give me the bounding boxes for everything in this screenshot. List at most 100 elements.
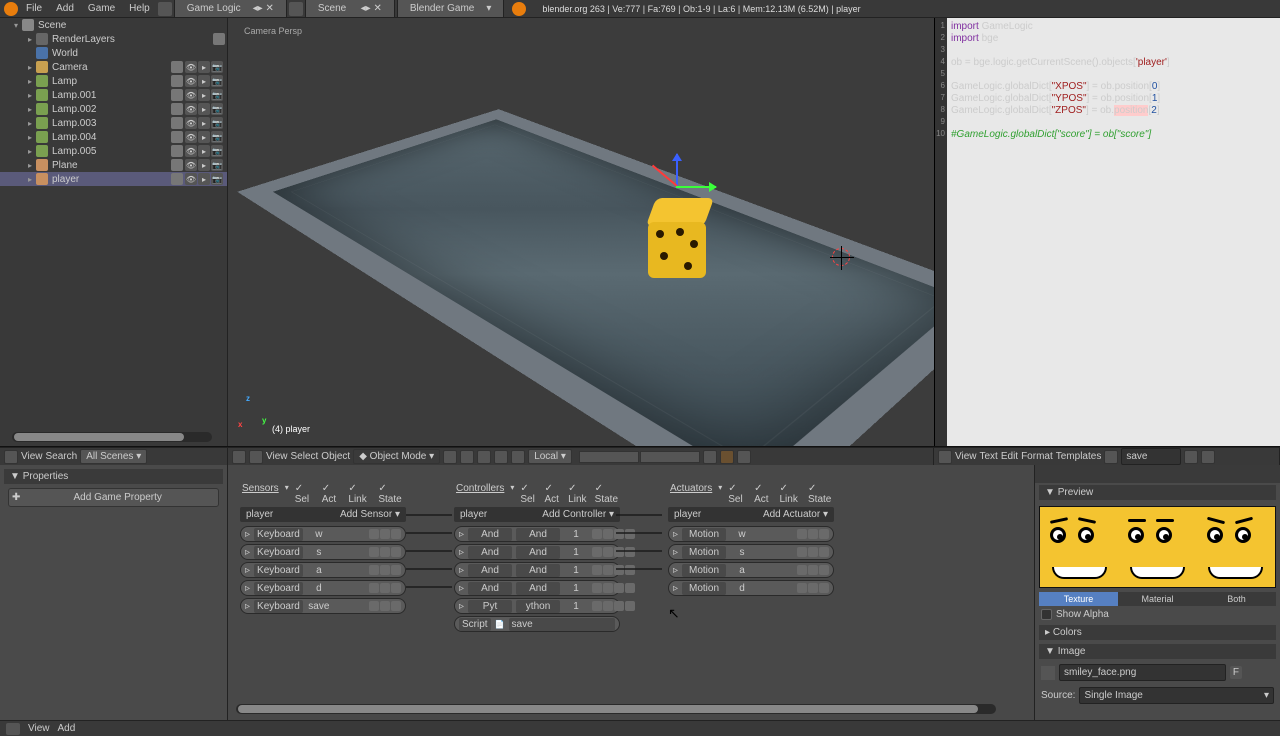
actuator-brick-1[interactable]: ▹Motions	[668, 544, 834, 560]
chevron-icon[interactable]	[249, 450, 263, 464]
te-templates-menu[interactable]: Templates	[1056, 451, 1102, 462]
scene-icon[interactable]	[289, 2, 303, 16]
sensor-brick-4[interactable]: ▹Keyboardsave	[240, 598, 406, 614]
orientation-dropdown[interactable]: Local ▾	[528, 449, 572, 464]
outliner-item-lamp-004[interactable]: ▸Lamp.004👁▸📷	[0, 130, 227, 144]
timeline-add-menu[interactable]: Add	[58, 723, 76, 734]
vp-view-menu[interactable]: View	[266, 451, 288, 462]
text-opt2-icon[interactable]	[1201, 450, 1215, 464]
outliner-item-lamp-005[interactable]: ▸Lamp.005👁▸📷	[0, 144, 227, 158]
outliner-item-lamp-002[interactable]: ▸Lamp.002👁▸📷	[0, 102, 227, 116]
add-game-property-button[interactable]: ✚Add Game Property	[8, 488, 219, 507]
manipulator-icon[interactable]	[460, 450, 474, 464]
editor-type-icon[interactable]	[232, 450, 246, 464]
te-view-menu[interactable]: View	[955, 451, 977, 462]
timeline-type-icon[interactable]	[6, 723, 20, 735]
mode-dropdown[interactable]: ◆ Object Mode ▾	[353, 449, 440, 464]
menu-file[interactable]: File	[20, 1, 48, 16]
actuator-add-row[interactable]: playerAdd Actuator ▾	[668, 507, 834, 522]
render-icon[interactable]	[737, 450, 751, 464]
lock-icon[interactable]	[703, 450, 717, 464]
controller-add-row[interactable]: playerAdd Controller ▾	[454, 507, 620, 522]
outliner-item-camera[interactable]: ▸Camera👁▸📷	[0, 60, 227, 74]
show-alpha-checkbox[interactable]	[1041, 609, 1052, 620]
texture-preview	[1039, 506, 1276, 588]
sensor-brick-0[interactable]: ▹Keyboardw	[240, 526, 406, 542]
menu-add[interactable]: Add	[50, 1, 80, 16]
back-icon[interactable]	[158, 2, 172, 16]
properties-header[interactable]: ▼ Properties	[4, 469, 223, 484]
outliner-header: View Search All Scenes ▾	[0, 447, 228, 465]
logic-editor[interactable]: Sensors ▾ ✓ Sel ✓ Act ✓ Link ✓ Stateplay…	[228, 465, 1034, 720]
screen-layout-dropdown[interactable]: Game Logic◂▸ ✕	[174, 0, 287, 18]
outliner-type-icon[interactable]	[4, 450, 18, 464]
axis-indicator-icon: z y x	[240, 398, 272, 430]
outliner-search-menu[interactable]: Search	[46, 451, 78, 462]
proportional-icon[interactable]	[511, 450, 525, 464]
image-datablock-icon[interactable]	[1041, 666, 1055, 680]
source-dropdown[interactable]: Single Image▾	[1079, 687, 1274, 704]
outliner-view-menu[interactable]: View	[21, 451, 43, 462]
controller-brick-2[interactable]: ▹AndAnd1	[454, 562, 620, 578]
te-edit-menu[interactable]: Edit	[1001, 451, 1018, 462]
text-editor-type-icon[interactable]	[938, 450, 952, 464]
header-stats: blender.org 263 | Ve:777 | Fa:769 | Ob:1…	[536, 2, 866, 16]
outliner-item-lamp-003[interactable]: ▸Lamp.003👁▸📷	[0, 116, 227, 130]
sensor-brick-1[interactable]: ▹Keyboards	[240, 544, 406, 560]
main-menubar: File Add Game Help Game Logic◂▸ ✕ Scene◂…	[0, 0, 1280, 18]
blender-logo-icon	[4, 2, 18, 16]
image-add-icon[interactable]	[1246, 667, 1258, 679]
colors-header[interactable]: ▸ Colors	[1039, 625, 1276, 640]
tab-material[interactable]: Material	[1118, 592, 1197, 606]
vp-select-menu[interactable]: Select	[291, 451, 319, 462]
outliner-item-renderlayers[interactable]: ▸RenderLayers	[0, 32, 227, 46]
outliner-item-lamp-001[interactable]: ▸Lamp.001👁▸📷	[0, 88, 227, 102]
pivot-icon[interactable]	[443, 450, 457, 464]
text-datablock-icon[interactable]	[1104, 450, 1118, 464]
actuator-brick-2[interactable]: ▹Motiona	[668, 562, 834, 578]
controller-brick-0[interactable]: ▹AndAnd1	[454, 526, 620, 542]
sensor-brick-3[interactable]: ▹Keyboardd	[240, 580, 406, 596]
te-format-menu[interactable]: Format	[1021, 451, 1053, 462]
viewport-3d[interactable]: z y x (4) player Camera Persp	[228, 18, 934, 446]
image-unlink-icon[interactable]	[1262, 667, 1274, 679]
layers-icon[interactable]	[494, 450, 508, 464]
controller-brick-4[interactable]: ▹Pytython1	[454, 598, 620, 614]
menu-help[interactable]: Help	[123, 1, 156, 16]
text-opt1-icon[interactable]	[1184, 450, 1198, 464]
image-filename-field[interactable]: smiley_face.png	[1059, 664, 1226, 681]
game-properties-panel: ▼ Properties ✚Add Game Property	[0, 465, 228, 720]
text-filename-field[interactable]: save	[1121, 448, 1181, 465]
timeline-view-menu[interactable]: View	[28, 723, 50, 734]
engine-dropdown[interactable]: Blender Game▾	[397, 0, 505, 18]
actuator-brick-3[interactable]: ▹Motiond	[668, 580, 834, 596]
shading-icon[interactable]	[720, 450, 734, 464]
fake-user-button[interactable]: F	[1230, 666, 1242, 679]
actuator-brick-0[interactable]: ▹Motionw	[668, 526, 834, 542]
sensor-add-row[interactable]: playerAdd Sensor ▾	[240, 507, 406, 522]
layer-buttons[interactable]	[579, 451, 700, 463]
menu-game[interactable]: Game	[82, 1, 121, 16]
vp-object-menu[interactable]: Object	[321, 451, 350, 462]
active-object-label: (4) player	[272, 424, 310, 434]
outliner-item-scene[interactable]: ▾Scene	[0, 18, 227, 32]
tab-both[interactable]: Both	[1197, 592, 1276, 606]
outliner-filter-dropdown[interactable]: All Scenes ▾	[80, 449, 147, 464]
outliner-item-lamp[interactable]: ▸Lamp👁▸📷	[0, 74, 227, 88]
scene-dropdown[interactable]: Scene◂▸ ✕	[305, 0, 395, 18]
controller-brick-3[interactable]: ▹AndAnd1	[454, 580, 620, 596]
sensor-brick-2[interactable]: ▹Keyboarda	[240, 562, 406, 578]
outliner-item-player[interactable]: ▸player👁▸📷	[0, 172, 227, 186]
controller-script-row[interactable]: Script📄save	[454, 616, 620, 632]
te-text-menu[interactable]: Text	[980, 451, 998, 462]
image-toolbar	[1035, 465, 1280, 483]
preview-header[interactable]: ▼ Preview	[1039, 485, 1276, 500]
tab-texture[interactable]: Texture	[1039, 592, 1118, 606]
outliner-item-plane[interactable]: ▸Plane👁▸📷	[0, 158, 227, 172]
controller-brick-1[interactable]: ▹AndAnd1	[454, 544, 620, 560]
player-object[interactable]	[648, 198, 712, 278]
image-header[interactable]: ▼ Image	[1039, 644, 1276, 659]
snap-icon[interactable]	[477, 450, 491, 464]
text-editor[interactable]: 12345678910 import GameLogicimport bge o…	[934, 18, 1280, 446]
outliner-item-world[interactable]: World	[0, 46, 227, 60]
